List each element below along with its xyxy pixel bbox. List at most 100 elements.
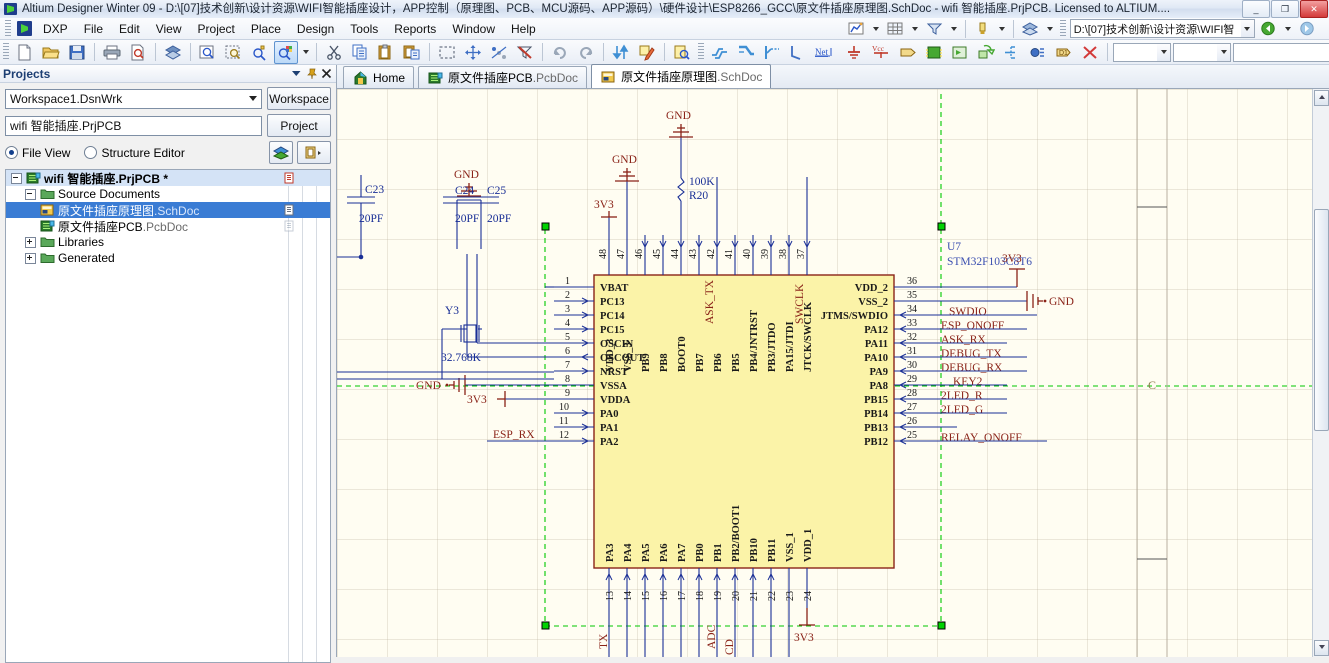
zoom-filter-icon[interactable] [274,40,298,64]
project-options-icon[interactable] [269,141,293,164]
menu-place[interactable]: Place [243,19,289,39]
grid-tool-icon[interactable] [884,17,908,40]
panel-dropdown-icon[interactable] [290,67,303,80]
menu-dxp[interactable]: DXP [35,19,76,39]
path-combo-grip[interactable] [1059,19,1066,38]
move-selection-icon[interactable] [461,41,485,64]
scroll-up-icon[interactable] [1314,90,1329,106]
tab-home[interactable]: Home [343,66,415,88]
highlight-tool-icon[interactable] [971,17,995,40]
filter-tool-icon[interactable] [923,17,947,40]
chart-tool-dropdown-icon[interactable] [870,17,883,40]
place-device-sheet-icon[interactable] [1026,41,1050,64]
menubar-grip[interactable] [5,19,11,38]
expander-minus-icon[interactable] [25,188,36,200]
project-field[interactable]: wifi 智能插座.PrjPCB [5,115,262,136]
scrollbar-thumb[interactable] [1314,209,1329,431]
redo-icon[interactable] [574,41,598,64]
tree-node-project[interactable]: wifi 智能插座.PrjPCB * [6,170,330,186]
tree-node-libraries[interactable]: Libraries [6,234,330,250]
tab-pcb-doc[interactable]: 原文件插座PCB.PcbDoc [418,66,588,88]
project-button[interactable]: Project [267,114,331,137]
select-area-icon[interactable] [435,41,459,64]
menu-file[interactable]: File [76,19,111,39]
menu-window[interactable]: Window [444,19,503,39]
undo-icon[interactable] [548,41,572,64]
menu-tools[interactable]: Tools [342,19,386,39]
menu-design[interactable]: Design [289,19,342,39]
place-no-erc-icon[interactable] [1078,41,1102,64]
vertical-scrollbar[interactable] [1312,89,1329,657]
toolbar-combo-1-arrow-icon[interactable] [1157,43,1170,61]
schematic-canvas[interactable]: .w{stroke:#1a2f96;stroke-width:1.1;fill:… [337,89,1329,657]
highlight-tool-dropdown-icon[interactable] [996,17,1009,40]
place-bus-icon[interactable] [734,41,758,64]
menu-edit[interactable]: Edit [111,19,148,39]
menu-reports[interactable]: Reports [386,19,444,39]
project-path-combo[interactable]: D:\[07]技术创新\设计资源\WIFI智 [1069,19,1255,38]
zoom-area-icon[interactable] [222,41,246,64]
place-harness-icon[interactable] [1000,41,1024,64]
print-preview-icon[interactable] [126,41,150,64]
dxp-logo-icon[interactable] [17,21,32,36]
chart-tool-icon[interactable] [845,17,869,40]
toolbar-combo-2-arrow-icon[interactable] [1217,43,1230,61]
tab-sch-doc[interactable]: 原文件插座原理图.SchDoc [591,64,772,88]
browse-component-icon[interactable] [670,41,694,64]
open-document-icon[interactable] [39,41,63,64]
copy-icon[interactable] [348,41,372,64]
back-navigation-icon[interactable] [1257,17,1281,40]
paste-special-icon[interactable] [400,41,424,64]
zoom-filter-dropdown-icon[interactable] [299,41,312,64]
menu-view[interactable]: View [148,19,190,39]
maximize-button[interactable]: ❐ [1271,0,1299,18]
place-gnd-power-port-icon[interactable] [842,41,866,64]
place-vcc-power-port-icon[interactable]: Vcc [868,41,894,64]
scroll-down-icon[interactable] [1314,640,1329,656]
place-line-icon[interactable] [786,41,810,64]
path-combo-arrow-icon[interactable] [1240,20,1254,37]
expander-minus-icon[interactable] [11,172,22,184]
forward-navigation-icon[interactable] [1296,17,1320,40]
expander-plus-icon[interactable] [25,236,36,248]
place-sheet-entry-icon[interactable] [974,41,998,64]
project-documents-icon[interactable] [297,141,331,164]
toolbar-grip-2[interactable] [698,43,704,61]
zoom-document-icon[interactable] [196,41,220,64]
place-net-label-icon[interactable]: Net [812,41,840,64]
expander-plus-icon[interactable] [25,252,36,264]
paste-icon[interactable] [374,41,398,64]
toolbar-combo-1[interactable] [1113,42,1171,62]
board-layers-icon[interactable] [161,41,185,64]
tree-node-pcb-doc[interactable]: 原文件插座PCB.PcbDoc [6,218,330,234]
save-icon[interactable] [65,41,89,64]
layer-tool-icon[interactable] [1019,17,1043,40]
cut-icon[interactable] [322,41,346,64]
toolbar-grip-1[interactable] [3,43,9,61]
menu-help[interactable]: Help [503,19,544,39]
place-part-icon[interactable] [922,41,946,64]
workspace-button[interactable]: Workspace [267,87,331,110]
print-icon[interactable] [100,41,124,64]
deselect-icon[interactable] [487,41,511,64]
tree-node-source-documents[interactable]: Source Documents [6,186,330,202]
tree-node-generated[interactable]: Generated [6,250,330,266]
project-tree[interactable]: wifi 智能插座.PrjPCB * Source Documents 原文件插… [5,169,331,663]
place-port-icon[interactable] [896,41,920,64]
annotate-icon[interactable] [635,41,659,64]
menu-project[interactable]: Project [190,19,243,39]
update-pcb-icon[interactable] [609,41,633,64]
place-sheet-symbol-icon[interactable] [948,41,972,64]
workspace-combo[interactable]: Workspace1.DsnWrk [5,88,262,109]
back-navigation-dropdown-icon[interactable] [1282,17,1295,40]
filter-tool-dropdown-icon[interactable] [948,17,961,40]
close-panel-icon[interactable] [320,67,333,80]
toolbar-combo-3[interactable] [1233,42,1329,62]
tree-node-schematic-doc[interactable]: 原文件插座原理图.SchDoc [6,202,330,218]
close-button[interactable]: ✕ [1300,0,1328,18]
minimize-button[interactable]: _ [1242,0,1270,18]
layer-tool-dropdown-icon[interactable] [1044,17,1057,40]
toolbar-combo-2[interactable] [1173,42,1231,62]
pin-panel-icon[interactable] [305,67,318,80]
grid-tool-dropdown-icon[interactable] [909,17,922,40]
